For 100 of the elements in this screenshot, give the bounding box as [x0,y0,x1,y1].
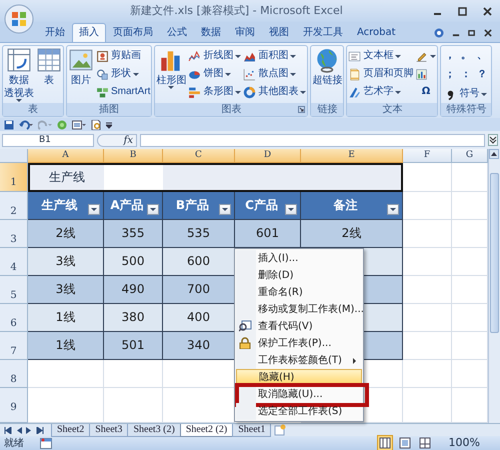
ribbon-button[interactable]: 超链接 [312,47,342,86]
close-icon[interactable] [484,29,492,37]
ribbon-tab[interactable]: 页面布局 [106,23,160,42]
first-sheet-icon[interactable] [4,426,12,434]
row-header[interactable]: 2 [0,192,28,220]
table-icon [36,47,62,73]
dialog-launcher-icon[interactable] [298,106,306,113]
ribbon-button[interactable]: 剪贴画 [96,47,150,65]
group-label: 链接 [317,104,338,115]
column-title: 备注 [332,197,358,214]
row-header[interactable]: 9 [0,388,28,423]
view-button[interactable] [416,435,433,450]
symbol-button[interactable]: ？ [476,66,487,83]
column-header[interactable]: E [301,149,403,163]
column-title: 生产线 [40,197,78,214]
previous-sheet-icon[interactable] [16,426,22,434]
scrollbar-thumb[interactable] [490,173,499,333]
ribbon-button[interactable]: 表 [36,47,62,86]
line-chart-icon [188,50,202,62]
column-header[interactable]: G [452,149,488,163]
symbol-button[interactable]: 。 [460,47,471,64]
symbol-button[interactable]: Ω [415,83,436,100]
print-preview-icon[interactable] [91,120,101,130]
ribbon-tab[interactable]: 审阅 [228,23,262,42]
column-header[interactable]: D [235,149,301,163]
formula-field[interactable] [140,134,485,146]
row-header[interactable]: 7 [0,332,28,360]
ribbon-button[interactable]: SmartArt [96,83,150,101]
row-header[interactable]: 3 [0,220,28,248]
ribbon-tab[interactable]: 插入 [72,23,106,42]
ribbon-button[interactable]: 散点图 [243,65,306,83]
ribbon-tab[interactable]: 开发工具 [296,23,350,42]
empty-cell [104,360,163,388]
sheet-tab[interactable]: Sheet3 (2) [127,424,181,437]
ribbon-button[interactable]: 饼图 [188,65,242,83]
filter-button[interactable] [285,204,297,215]
next-sheet-icon[interactable] [26,426,32,434]
column-header[interactable]: F [403,149,452,163]
view-button[interactable] [396,435,413,450]
ribbon-tab[interactable]: 视图 [262,23,296,42]
expand-icon[interactable] [488,134,498,146]
ribbon-button[interactable]: 符号 [444,85,488,103]
office-button[interactable] [4,4,34,34]
ribbon-button[interactable]: 文本框 [348,47,414,65]
sheet-tab[interactable]: Sheet2 (2) [180,424,234,437]
form-icon[interactable] [72,120,86,130]
ribbon-button[interactable]: 图片 [68,47,94,86]
ribbon-button[interactable]: 艺术字 [348,83,414,101]
ribbon-button[interactable]: 面积图 [243,47,306,65]
menu-item[interactable]: 移动或复制工作表(M)... [236,301,362,318]
maximize-icon[interactable] [458,6,467,16]
row-header[interactable]: 4 [0,248,28,276]
table-cell: 535 [163,220,235,248]
last-sheet-icon[interactable] [36,426,44,434]
caret-icon [133,72,139,76]
help-icon[interactable] [434,28,444,38]
ribbon-tab[interactable]: 数据 [194,23,228,42]
smartart-icon [96,86,109,98]
column-title: A产品 [109,197,145,214]
ribbon-tab[interactable]: 公式 [160,23,194,42]
row-header[interactable]: 5 [0,276,28,304]
symbol-button[interactable]: 、 [476,47,487,64]
symbol-button[interactable]: ： [460,66,471,83]
sheet-tab[interactable]: Sheet3 [89,424,128,437]
filter-button[interactable] [387,204,399,215]
ribbon-tab[interactable]: Acrobat [350,23,403,42]
row-header[interactable]: 6 [0,304,28,332]
empty-cell [403,360,452,388]
view-button[interactable] [376,435,393,450]
sheet-tab[interactable]: Sheet2 [51,424,90,437]
customize-icon[interactable] [106,120,112,128]
ribbon-tab[interactable]: 开始 [38,23,72,42]
insert-sheet-icon[interactable] [273,424,288,436]
restore-icon[interactable] [468,29,476,37]
column-header[interactable]: B [104,149,163,163]
symbol-button[interactable]: ； [444,66,455,83]
name-box[interactable]: B1 [2,134,94,146]
save-icon[interactable] [4,120,14,130]
ribbon-button[interactable]: 页眉和页脚 [348,65,414,83]
symbol-button[interactable]: ， [444,47,455,64]
filter-button[interactable] [147,204,159,215]
ribbon-button[interactable]: 条形图 [188,83,242,101]
ribbon-button[interactable]: 其他图表 [243,83,306,101]
filter-button[interactable] [88,204,100,215]
filter-button[interactable] [219,204,231,215]
macro-record-icon[interactable] [40,438,52,448]
row-header[interactable]: 1 [0,163,28,192]
ribbon-button[interactable]: 柱形图 [156,47,186,89]
row-header[interactable]: 8 [0,360,28,388]
status-text: 就绪 [4,436,24,450]
ribbon-button[interactable]: 折线图 [188,47,242,65]
scroll-up-button[interactable] [489,149,499,159]
close-icon[interactable] [483,6,492,16]
sheet-tab[interactable]: Sheet1 [232,424,272,437]
ribbon-button[interactable]: 数据 透视表 [4,47,34,102]
ribbon-button[interactable]: 形状 [96,65,150,83]
function-button[interactable]: fx [97,134,137,146]
column-header[interactable]: A [28,149,104,163]
column-header[interactable]: C [163,149,235,163]
undo-icon[interactable] [19,120,33,130]
